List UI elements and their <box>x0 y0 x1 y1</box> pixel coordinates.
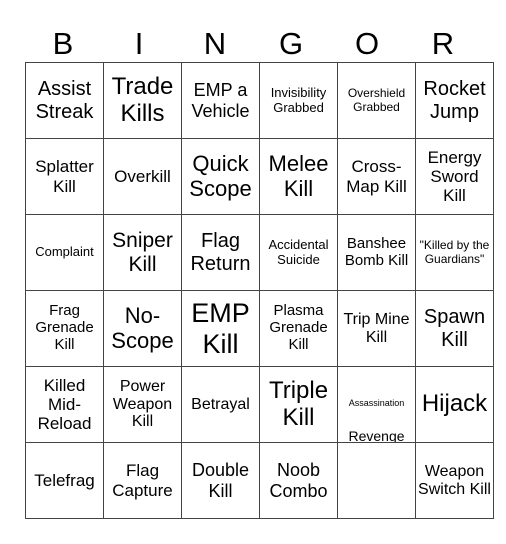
bingo-cell[interactable]: Killed Mid-Reload <box>25 366 104 443</box>
header-letter-o: O <box>354 26 380 61</box>
bingo-cell-overflow-text: Revenge <box>348 428 405 443</box>
bingo-cell[interactable]: Melee Kill <box>259 138 338 215</box>
bingo-row: Telefrag Flag Capture Double Kill Noob C… <box>25 442 494 519</box>
bingo-cell[interactable]: Spawn Kill <box>415 290 494 367</box>
bingo-cell[interactable]: Assist Streak <box>25 62 104 139</box>
bingo-cell[interactable]: Power Weapon Kill <box>103 366 182 443</box>
bingo-cell[interactable]: Banshee Bomb Kill <box>337 214 416 291</box>
bingo-cell-split: Assassination Revenge <box>339 368 414 443</box>
bingo-cell[interactable]: Cross-Map Kill <box>337 138 416 215</box>
bingo-cell[interactable]: Quick Scope <box>181 138 260 215</box>
bingo-cell[interactable]: Complaint <box>25 214 104 291</box>
bingo-cell[interactable]: Assassination Revenge <box>337 366 416 443</box>
bingo-cell[interactable]: Weapon Switch Kill <box>415 442 494 519</box>
header-letter-i: I <box>134 26 144 61</box>
header-letter-b: B <box>52 26 74 61</box>
bingo-cell[interactable]: Trade Kills <box>103 62 182 139</box>
bingo-cell[interactable]: Rocket Jump <box>415 62 494 139</box>
bingo-cell[interactable]: Accidental Suicide <box>259 214 338 291</box>
header-letter-n: N <box>203 26 227 61</box>
bingo-cell[interactable]: Energy Sword Kill <box>415 138 494 215</box>
bingo-row: Frag Grenade Kill No-Scope EMP Kill Plas… <box>25 290 494 367</box>
bingo-row: Splatter Kill Overkill Quick Scope Melee… <box>25 138 494 215</box>
bingo-cell[interactable]: EMP a Vehicle <box>181 62 260 139</box>
bingo-cell[interactable]: Flag Return <box>181 214 260 291</box>
bingo-cell[interactable]: Sniper Kill <box>103 214 182 291</box>
bingo-cell[interactable]: Double Kill <box>181 442 260 519</box>
bingo-cell[interactable]: Splatter Kill <box>25 138 104 215</box>
bingo-cell[interactable]: Noob Combo <box>259 442 338 519</box>
bingo-card: Assist Streak Trade Kills EMP a Vehicle … <box>25 62 494 519</box>
bingo-cell[interactable]: Overshield Grabbed <box>337 62 416 139</box>
bingo-row: Complaint Sniper Kill Flag Return Accide… <box>25 214 494 291</box>
bingo-cell[interactable]: EMP Kill <box>181 290 260 367</box>
bingo-cell[interactable]: Overkill <box>103 138 182 215</box>
bingo-cell[interactable]: No-Scope <box>103 290 182 367</box>
bingo-cell[interactable]: Invisibility Grabbed <box>259 62 338 139</box>
header-letter-g: G <box>278 26 304 61</box>
bingo-cell[interactable]: Flag Capture <box>103 442 182 519</box>
bingo-cell[interactable]: Telefrag <box>25 442 104 519</box>
bingo-cell[interactable]: Trip Mine Kill <box>337 290 416 367</box>
bingo-cell-text: Assassination <box>348 398 405 408</box>
header-letter-r: R <box>431 26 455 61</box>
bingo-row: Assist Streak Trade Kills EMP a Vehicle … <box>25 62 494 139</box>
bingo-row: Killed Mid-Reload Power Weapon Kill Betr… <box>25 366 494 443</box>
bingo-cell[interactable]: "Killed by the Guardians" <box>415 214 494 291</box>
bingo-cell[interactable]: Hijack <box>415 366 494 443</box>
bingo-cell[interactable]: Frag Grenade Kill <box>25 290 104 367</box>
bingo-cell[interactable]: Triple Kill <box>259 366 338 443</box>
bingo-cell-empty[interactable] <box>337 442 416 519</box>
bingo-cell[interactable]: Plasma Grenade Kill <box>259 290 338 367</box>
bingo-cell[interactable]: Betrayal <box>181 366 260 443</box>
bingo-header: B I N G O R <box>25 24 481 64</box>
